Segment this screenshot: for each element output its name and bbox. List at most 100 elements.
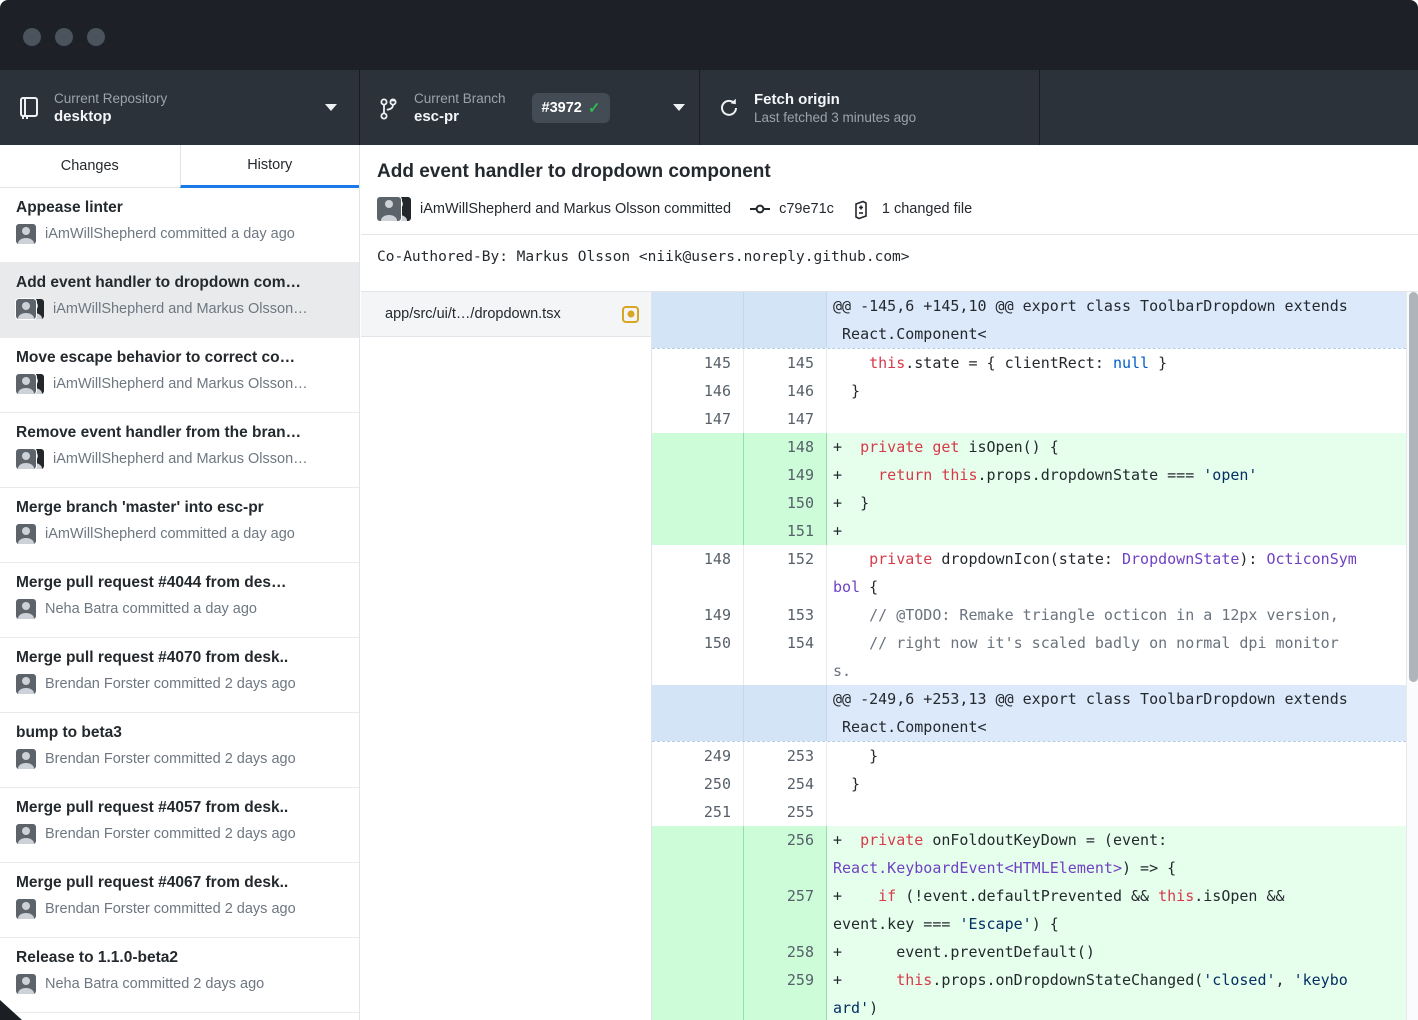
old-line-number: 249 xyxy=(652,742,744,770)
commit-item-meta: iAmWillShepherd and Markus Olsson… xyxy=(16,449,345,469)
commit-item-title: Merge pull request #4044 from des… xyxy=(16,574,345,592)
old-line-number xyxy=(652,938,744,966)
sidebar-tabs: Changes History xyxy=(0,145,359,188)
commit-list-item[interactable]: Merge pull request #4057 from desk..Bren… xyxy=(0,788,359,863)
new-line-number: 150 xyxy=(744,489,827,517)
scrollbar-thumb[interactable] xyxy=(1409,292,1418,682)
diff-row: 148152 private dropdownIcon(state: Dropd… xyxy=(652,545,1406,601)
commit-item-title: Move escape behavior to correct co… xyxy=(16,349,345,367)
commit-description: Co-Authored-By: Markus Olsson <niik@user… xyxy=(361,235,1418,265)
tab-history[interactable]: History xyxy=(180,145,360,188)
diff-row: 149153 // @TODO: Remake triangle octicon… xyxy=(652,601,1406,629)
commit-item-byline: iAmWillShepherd and Markus Olsson… xyxy=(53,301,308,317)
commit-list-item[interactable]: Merge pull request #4067 from desk..Bren… xyxy=(0,863,359,938)
old-line-number xyxy=(652,826,744,882)
commit-list-item[interactable]: bump to beta3Brendan Forster committed 2… xyxy=(0,713,359,788)
old-line-number xyxy=(652,292,744,348)
code-cell: + if (!event.defaultPrevented && this.is… xyxy=(827,882,1406,938)
repo-icon xyxy=(18,96,40,120)
chevron-down-icon xyxy=(673,104,685,111)
commit-item-title: Remove event handler from the bran… xyxy=(16,424,345,442)
diff-row: 249253 } xyxy=(652,742,1406,770)
new-line-number: 153 xyxy=(744,601,827,629)
code-cell: @@ -145,6 +145,10 @@ export class Toolba… xyxy=(827,292,1406,348)
diff-row: @@ -249,6 +253,13 @@ export class Toolba… xyxy=(652,685,1406,742)
code-line: + this.props.onDropdownStateChanged('clo… xyxy=(833,966,1406,994)
commit-item-title: Release to 1.1.0-beta2 xyxy=(16,949,345,967)
commit-list-item[interactable]: Merge pull request #4070 from desk..Bren… xyxy=(0,638,359,713)
commit-item-meta: Brendan Forster committed 2 days ago xyxy=(16,674,345,694)
diff-row: 149+ return this.props.dropdownState ===… xyxy=(652,461,1406,489)
fetch-subtitle: Last fetched 3 minutes ago xyxy=(754,109,916,126)
avatar xyxy=(16,449,36,469)
avatar xyxy=(16,524,36,544)
code-cell: + private onFoldoutKeyDown = (event:Reac… xyxy=(827,826,1406,882)
code-line: private dropdownIcon(state: DropdownStat… xyxy=(833,545,1406,573)
diff-row: 148+ private get isOpen() { xyxy=(652,433,1406,461)
commit-list-item[interactable]: Move escape behavior to correct co… iAmWi… xyxy=(0,338,359,413)
code-line: @@ -145,6 +145,10 @@ export class Toolba… xyxy=(833,292,1406,320)
changed-files-count: 1 changed file xyxy=(882,201,972,217)
code-line: React.KeyboardEvent<HTMLElement>) => { xyxy=(833,854,1406,882)
diff-row: 147147 xyxy=(652,405,1406,433)
code-line: + private get isOpen() { xyxy=(833,433,1406,461)
commit-list-item[interactable]: Release to 1.1.0-beta2Neha Batra committ… xyxy=(0,938,359,1013)
code-cell: } xyxy=(827,770,1406,798)
diff-scrollbar-track[interactable] xyxy=(1406,292,1418,1020)
commit-item-title: bump to beta3 xyxy=(16,724,345,742)
tab-changes[interactable]: Changes xyxy=(0,145,180,188)
commit-item-byline: iAmWillShepherd and Markus Olsson… xyxy=(53,376,308,392)
commit-list-item[interactable]: Add event handler to dropdown com…iAmWil… xyxy=(0,263,359,338)
code-cell: + } xyxy=(827,489,1406,517)
commit-item-byline: Brendan Forster committed 2 days ago xyxy=(45,676,296,692)
old-line-number: 149 xyxy=(652,601,744,629)
zoom-window-button[interactable] xyxy=(87,28,105,46)
code-line: event.key === 'Escape') { xyxy=(833,910,1406,938)
diff-row: 258+ event.preventDefault() xyxy=(652,938,1406,966)
new-line-number: 146 xyxy=(744,377,827,405)
current-repository-button[interactable]: Current Repository desktop xyxy=(0,70,360,145)
commit-list-item[interactable]: Merge pull request #4051 from desk.. xyxy=(0,1013,359,1020)
code-cell: + return this.props.dropdownState === 'o… xyxy=(827,461,1406,489)
commit-list-item[interactable]: Remove event handler from the bran… iAmWi… xyxy=(0,413,359,488)
fetch-origin-button[interactable]: Fetch origin Last fetched 3 minutes ago xyxy=(700,70,1040,145)
commit-byline: iAmWillShepherd and Markus Olsson commit… xyxy=(420,201,731,217)
changed-file-item[interactable]: app/src/ui/t…/dropdown.tsx xyxy=(361,292,651,337)
commit-item-byline: iAmWillShepherd committed a day ago xyxy=(45,226,295,242)
commit-list-item[interactable]: Merge branch 'master' into esc-priAmWill… xyxy=(0,488,359,563)
diff-row: 150+ } xyxy=(652,489,1406,517)
old-line-number xyxy=(652,685,744,741)
old-line-number: 146 xyxy=(652,377,744,405)
commit-list-item[interactable]: Appease linteriAmWillShepherd committed … xyxy=(0,188,359,263)
window-titlebar xyxy=(0,0,1418,70)
avatar xyxy=(16,299,36,319)
branch-icon xyxy=(378,96,400,120)
new-line-number xyxy=(744,292,827,348)
commit-icon xyxy=(750,200,770,218)
new-line-number: 154 xyxy=(744,629,827,685)
commit-authors-avatars xyxy=(377,197,411,221)
minimize-window-button[interactable] xyxy=(55,28,73,46)
file-path: app/src/ui/t…/dropdown.tsx xyxy=(385,306,622,322)
branch-label: Current Branch xyxy=(414,90,506,107)
avatar xyxy=(16,224,36,244)
code-line: } xyxy=(833,742,1406,770)
old-line-number: 250 xyxy=(652,770,744,798)
code-line: } xyxy=(833,377,1406,405)
commit-list-item[interactable]: Merge pull request #4044 from des…Neha B… xyxy=(0,563,359,638)
commit-item-meta: Brendan Forster committed 2 days ago xyxy=(16,824,345,844)
current-branch-button[interactable]: Current Branch esc-pr #3972 ✓ xyxy=(360,70,700,145)
commit-item-title: Merge branch 'master' into esc-pr xyxy=(16,499,345,517)
code-line: + private onFoldoutKeyDown = (event: xyxy=(833,826,1406,854)
fetch-title: Fetch origin xyxy=(754,90,916,109)
commit-summary: Add event handler to dropdown component … xyxy=(361,145,1418,292)
diff-row: @@ -145,6 +145,10 @@ export class Toolba… xyxy=(652,292,1406,349)
avatar xyxy=(377,197,401,221)
new-line-number: 259 xyxy=(744,966,827,1020)
close-window-button[interactable] xyxy=(23,28,41,46)
old-line-number: 148 xyxy=(652,545,744,601)
avatar xyxy=(16,974,36,994)
new-line-number: 255 xyxy=(744,798,827,826)
code-line xyxy=(833,798,1406,826)
avatar xyxy=(16,599,36,619)
